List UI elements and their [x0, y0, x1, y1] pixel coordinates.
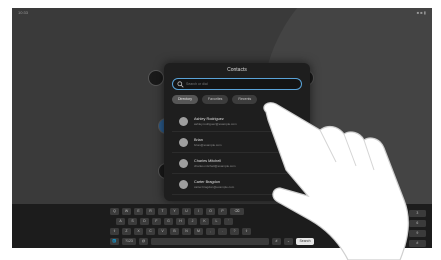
- tab-directory[interactable]: Directory: [172, 95, 199, 104]
- key-p[interactable]: P: [218, 208, 227, 215]
- contact-tabs: Directory Favorites Recents: [172, 95, 258, 104]
- key-b[interactable]: B: [170, 228, 179, 235]
- key-q[interactable]: Q: [110, 208, 119, 215]
- key-at[interactable]: @: [139, 238, 148, 245]
- globe-icon[interactable]: 🌐: [110, 238, 119, 245]
- contact-list: Ashley Rodriguez ashley.rodriguez@exampl…: [172, 111, 302, 195]
- list-item[interactable]: Ashley Rodriguez ashley.rodriguez@exampl…: [172, 111, 302, 132]
- key-s[interactable]: S: [128, 218, 137, 225]
- status-time: 10:33: [18, 10, 29, 15]
- contact-detail: carter.bragdon@example.com: [194, 184, 235, 189]
- tab-favorites[interactable]: Favorites: [202, 95, 229, 104]
- keyboard-hide-icon[interactable]: ⌄: [284, 238, 293, 245]
- search-input[interactable]: [186, 80, 294, 88]
- contacts-dialog: Contacts Directory Favorites Recents Ash…: [164, 63, 310, 201]
- key-2[interactable]: 2: [388, 210, 406, 217]
- key-period[interactable]: .: [218, 228, 227, 235]
- key-hash[interactable]: #: [272, 238, 281, 245]
- key-g[interactable]: G: [164, 218, 173, 225]
- key-z[interactable]: Z: [122, 228, 131, 235]
- key-question[interactable]: ?: [230, 228, 239, 235]
- dialog-title: Contacts: [227, 67, 247, 73]
- avatar-icon: [179, 116, 188, 126]
- avatar-icon: [179, 179, 188, 189]
- tab-recents[interactable]: Recents: [232, 95, 258, 104]
- list-item[interactable]: Brian brian@example.com: [172, 132, 302, 153]
- key-y[interactable]: Y: [170, 208, 179, 215]
- key-e[interactable]: E: [134, 208, 143, 215]
- search-field[interactable]: [172, 78, 302, 90]
- list-item[interactable]: Carter Bragdon carter.bragdon@example.co…: [172, 174, 302, 195]
- numeric-keypad: 1 2 3 4 5 6 7 8 9 * 0 #: [368, 210, 426, 247]
- contact-detail: ashley.rodriguez@example.com: [194, 121, 237, 126]
- key-w[interactable]: W: [122, 208, 131, 215]
- key-a[interactable]: A: [116, 218, 125, 225]
- search-key-button[interactable]: Search: [296, 238, 314, 245]
- keyboard-row-1: Q W E R T Y U I O P ⌫: [110, 208, 244, 215]
- key-apostrophe[interactable]: ': [224, 218, 233, 225]
- key-0[interactable]: 0: [388, 240, 406, 247]
- key-f[interactable]: F: [152, 218, 161, 225]
- key-9[interactable]: 9: [408, 230, 426, 237]
- key-symbols[interactable]: ?123: [122, 238, 136, 245]
- key-c[interactable]: C: [146, 228, 155, 235]
- key-shift-right[interactable]: ⇧: [242, 228, 251, 235]
- key-v[interactable]: V: [158, 228, 167, 235]
- contact-detail: brian@example.com: [194, 142, 222, 147]
- keyboard-row-4: 🌐 ?123 @ # ⌄ Search: [110, 238, 314, 245]
- key-comma[interactable]: ,: [206, 228, 215, 235]
- status-icons: ■ ■ ▮: [416, 10, 426, 15]
- key-8[interactable]: 8: [388, 230, 406, 237]
- key-l[interactable]: L: [212, 218, 221, 225]
- avatar-icon: [179, 137, 188, 147]
- key-shift-left[interactable]: ⇧: [110, 228, 119, 235]
- key-r[interactable]: R: [146, 208, 155, 215]
- key-j[interactable]: J: [188, 218, 197, 225]
- key-3[interactable]: 3: [408, 210, 426, 217]
- key-6[interactable]: 6: [408, 220, 426, 227]
- key-u[interactable]: U: [182, 208, 191, 215]
- key-1[interactable]: 1: [368, 210, 386, 217]
- key-k[interactable]: K: [200, 218, 209, 225]
- key-star[interactable]: *: [368, 240, 386, 247]
- key-x[interactable]: X: [134, 228, 143, 235]
- keyboard-row-2: A S D F G H J K L ': [116, 218, 233, 225]
- keyboard-row-3: ⇧ Z X C V B N M , . ? ⇧: [110, 228, 251, 235]
- key-h[interactable]: H: [176, 218, 185, 225]
- key-m[interactable]: M: [194, 228, 203, 235]
- key-5[interactable]: 5: [388, 220, 406, 227]
- key-backspace[interactable]: ⌫: [230, 208, 244, 215]
- key-d[interactable]: D: [140, 218, 149, 225]
- key-n[interactable]: N: [182, 228, 191, 235]
- avatar-icon: [179, 158, 188, 168]
- key-pound[interactable]: #: [408, 240, 426, 247]
- key-space[interactable]: [151, 238, 269, 245]
- key-i[interactable]: I: [194, 208, 203, 215]
- device-screen: 10:33 ■ ■ ▮ Contacts Directory Favorites…: [12, 8, 432, 248]
- key-o[interactable]: O: [206, 208, 215, 215]
- search-icon: [177, 81, 184, 88]
- key-7[interactable]: 7: [368, 230, 386, 237]
- list-item[interactable]: Charles Mitchell charles.mitchell@exampl…: [172, 153, 302, 174]
- contact-detail: charles.mitchell@example.com: [194, 163, 236, 168]
- on-screen-keyboard: Q W E R T Y U I O P ⌫ A S D F G H J K L …: [12, 204, 432, 248]
- key-4[interactable]: 4: [368, 220, 386, 227]
- key-t[interactable]: T: [158, 208, 167, 215]
- home-call-button[interactable]: [148, 70, 164, 86]
